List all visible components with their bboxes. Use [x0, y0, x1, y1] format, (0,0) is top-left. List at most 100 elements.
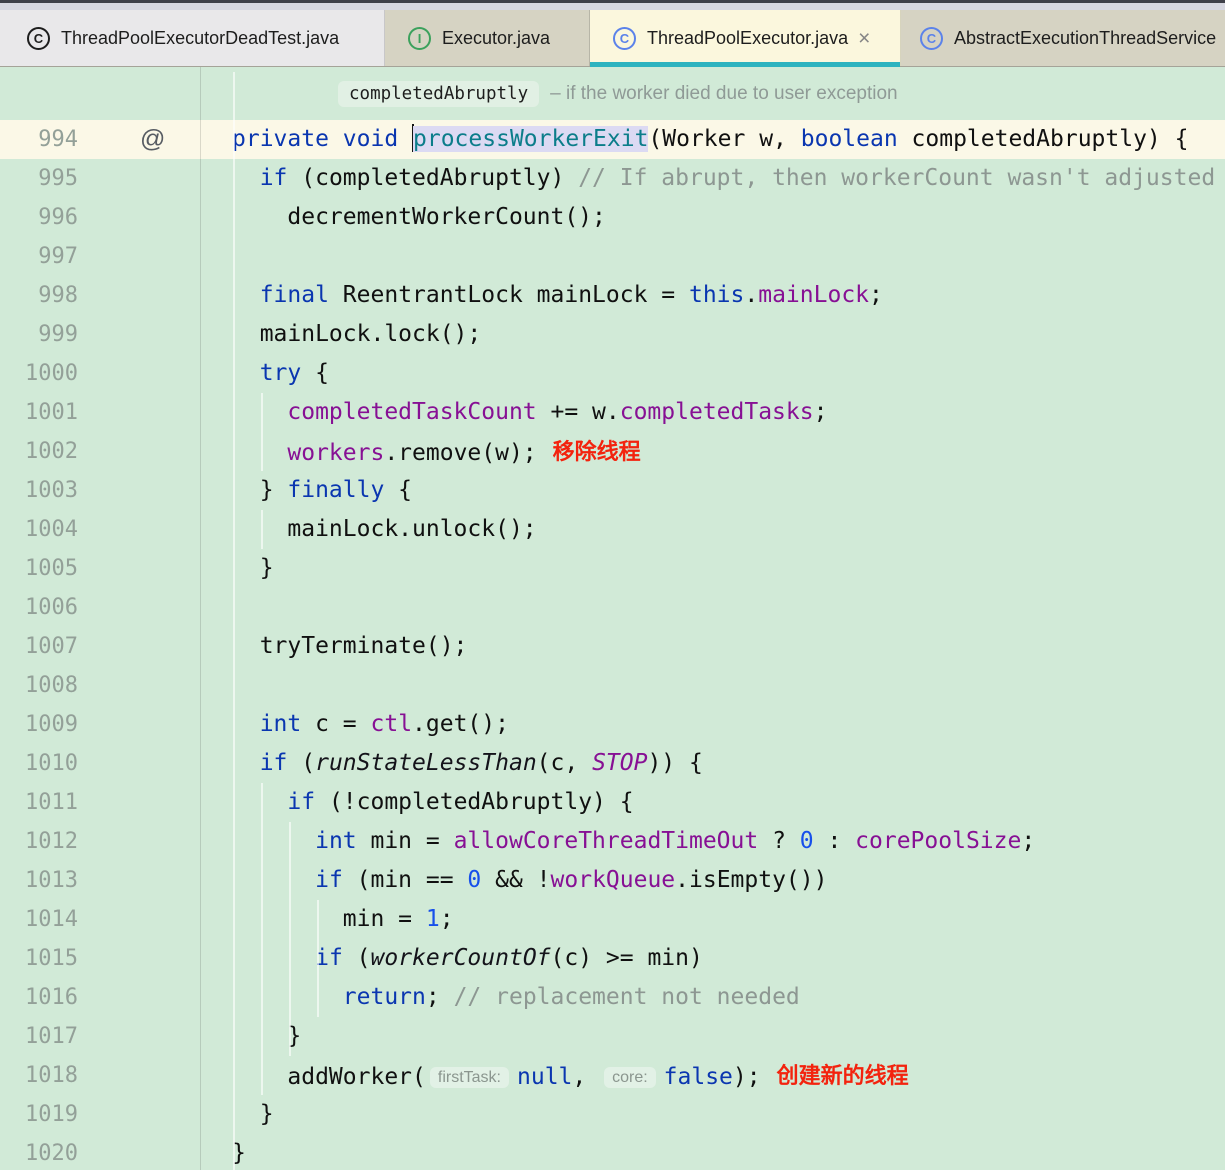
gutter-slot [78, 237, 200, 276]
code-token: runStateLessThan [315, 750, 537, 776]
line-number[interactable]: 1011 [0, 783, 78, 822]
code-text[interactable]: if (min == 0 && !workQueue.isEmpty()) [200, 861, 1225, 900]
code-text[interactable]: mainLock.unlock(); [200, 510, 1225, 549]
line-number[interactable]: 998 [0, 276, 78, 315]
code-editor[interactable]: completedAbruptly – if the worker died d… [0, 67, 1225, 1170]
line-number[interactable]: 1016 [0, 978, 78, 1017]
close-icon[interactable]: × [858, 28, 870, 49]
code-text[interactable]: } [200, 1017, 1225, 1056]
code-text[interactable] [200, 666, 1225, 705]
test-class-icon: C [27, 26, 50, 50]
line-number[interactable]: 1001 [0, 393, 78, 432]
line-number[interactable]: 1002 [0, 432, 78, 471]
code-token: } [232, 477, 288, 503]
code-text[interactable]: decrementWorkerCount(); [200, 198, 1225, 237]
code-text[interactable]: mainLock.lock(); [200, 315, 1225, 354]
code-line: 1010 if (runStateLessThan(c, STOP)) { [0, 744, 1225, 783]
code-token: 0 [799, 828, 814, 854]
line-number[interactable]: 1015 [0, 939, 78, 978]
line-number[interactable]: 1019 [0, 1095, 78, 1134]
code-text[interactable]: int c = ctl.get(); [200, 705, 1225, 744]
gutter-slot [78, 627, 200, 666]
code-line: 1007 tryTerminate(); [0, 627, 1225, 666]
tab-threadpoolexecutor-java[interactable]: C ThreadPoolExecutor.java × [590, 10, 901, 67]
code-token: STOP [592, 750, 648, 776]
code-token: } [232, 1101, 274, 1127]
tab-executor-java[interactable]: I Executor.java [385, 10, 590, 66]
code-text[interactable]: workers.remove(w); 移除线程 [200, 432, 1225, 471]
code-text[interactable]: } [200, 549, 1225, 588]
code-text[interactable]: final ReentrantLock mainLock = this.main… [200, 276, 1225, 315]
code-line: 1006 [0, 588, 1225, 627]
code-lines: 994 @ private void processWorkerExit(Worke… [0, 120, 1225, 1170]
code-text[interactable]: return; // replacement not needed [200, 978, 1225, 1017]
tab-threadpoolexecutordeadtest-java[interactable]: C ThreadPoolExecutorDeadTest.java [0, 10, 385, 66]
doc-hint-description: – if the worker died due to user excepti… [550, 82, 898, 104]
gutter-slot [78, 315, 200, 354]
line-number[interactable]: 1013 [0, 861, 78, 900]
line-number[interactable]: 1020 [0, 1134, 78, 1170]
gutter-slot [78, 354, 200, 393]
window-top-strip [0, 0, 1225, 10]
code-text[interactable]: completedTaskCount += w.completedTasks; [200, 393, 1225, 432]
line-number[interactable]: 1007 [0, 627, 78, 666]
gutter-slot [78, 705, 200, 744]
code-token: ? [758, 828, 800, 854]
line-number[interactable]: 1018 [0, 1056, 78, 1095]
line-number[interactable]: 1012 [0, 822, 78, 861]
code-token: ReentrantLock mainLock = [328, 282, 689, 308]
code-line: 996 decrementWorkerCount(); [0, 198, 1225, 237]
code-text[interactable]: try { [200, 354, 1225, 393]
code-line: 1002 workers.remove(w); 移除线程 [0, 432, 1225, 471]
code-text[interactable]: if (workerCountOf(c) >= min) [200, 939, 1225, 978]
line-number[interactable]: 1000 [0, 354, 78, 393]
code-line: 1012 int min = allowCoreThreadTimeOut ? … [0, 822, 1225, 861]
line-number[interactable]: 994 [0, 120, 78, 159]
line-number[interactable]: 1009 [0, 705, 78, 744]
line-number[interactable]: 995 [0, 159, 78, 198]
code-text[interactable]: private void processWorkerExit(Worker w,… [200, 120, 1225, 159]
line-number[interactable]: 996 [0, 198, 78, 237]
line-number[interactable]: 1014 [0, 900, 78, 939]
line-number[interactable]: 997 [0, 237, 78, 276]
line-number[interactable]: 1006 [0, 588, 78, 627]
line-number[interactable]: 1017 [0, 1017, 78, 1056]
code-token: if [315, 945, 343, 971]
line-number[interactable]: 1005 [0, 549, 78, 588]
inline-annotation: 移除线程 [552, 439, 641, 464]
line-number[interactable]: 1008 [0, 666, 78, 705]
line-number[interactable]: 1003 [0, 471, 78, 510]
code-text[interactable]: min = 1; [200, 900, 1225, 939]
gutter-slot: @ [78, 120, 200, 159]
line-number[interactable]: 999 [0, 315, 78, 354]
code-text[interactable]: tryTerminate(); [200, 627, 1225, 666]
code-token: ctl [370, 711, 413, 737]
code-text[interactable]: if (completedAbruptly) // If abrupt, the… [200, 159, 1225, 198]
line-number[interactable]: 1010 [0, 744, 78, 783]
gutter-slot [78, 549, 200, 588]
annotation-gutter-icon[interactable]: @ [140, 120, 165, 159]
code-token: ); [732, 1064, 761, 1090]
code-line: 1017 } [0, 1017, 1225, 1056]
code-line: 1001 completedTaskCount += w.completedTa… [0, 393, 1225, 432]
code-text[interactable] [200, 237, 1225, 276]
code-comment: // replacement not needed [453, 984, 800, 1010]
tab-abstractexecutionthreadservice[interactable]: C AbstractExecutionThreadService [901, 10, 1225, 66]
code-token: decrementWorkerCount(); [232, 204, 606, 230]
code-text[interactable]: addWorker(firstTask: null, core: false); 创建… [200, 1056, 1225, 1095]
code-token: private void [232, 126, 413, 152]
code-text[interactable]: if (runStateLessThan(c, STOP)) { [200, 744, 1225, 783]
code-text[interactable]: } [200, 1095, 1225, 1134]
code-text[interactable] [200, 588, 1225, 627]
code-token: this [688, 282, 745, 308]
code-text[interactable]: } finally { [200, 471, 1225, 510]
code-text[interactable]: } [200, 1134, 1225, 1170]
line-number[interactable]: 1004 [0, 510, 78, 549]
code-token: if [259, 750, 288, 776]
code-text[interactable]: if (!completedAbruptly) { [200, 783, 1225, 822]
code-line: 1019 } [0, 1095, 1225, 1134]
code-token: mainLock [758, 282, 870, 308]
code-text[interactable]: int min = allowCoreThreadTimeOut ? 0 : c… [200, 822, 1225, 861]
